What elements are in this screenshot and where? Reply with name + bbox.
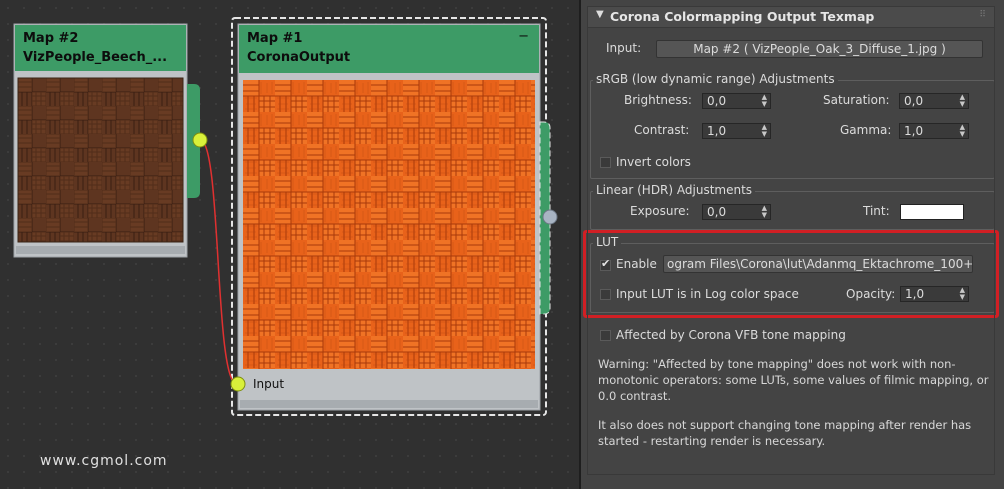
saturation-label: Saturation: [823, 93, 890, 107]
map1-input-socket [230, 376, 246, 392]
spinner-arrows-icon[interactable]: ▲ ▼ [960, 94, 965, 108]
opacity-value: 1,0 [905, 287, 925, 301]
exposure-spinner[interactable]: 0,0 ▲ ▼ [702, 204, 771, 220]
srgb-group-title: sRGB (low dynamic range) Adjustments [593, 72, 838, 86]
map2-title: Map #2 [23, 31, 79, 46]
map1-preview-swatch [243, 80, 535, 369]
node-graph-canvas[interactable]: Map #2 VizPeople_Beech_... Map #1 Corona… [0, 0, 579, 489]
log-color-space-label: Input LUT is in Log color space [616, 287, 799, 301]
rollout-grip-icon: ⠿ [979, 10, 986, 20]
lut-enable-checkbox[interactable]: ✔ [600, 257, 611, 271]
spinner-arrows-icon[interactable]: ▲ ▼ [762, 94, 767, 108]
saturation-value: 0,0 [904, 94, 924, 108]
rollout-header[interactable]: ▼ Corona Colormapping Output Texmap ⠿ [587, 6, 995, 28]
input-label: Input: [606, 41, 642, 55]
linear-group-title: Linear (HDR) Adjustments [593, 183, 756, 197]
collapse-arrow-icon[interactable]: ▼ [596, 9, 604, 20]
input-socket-label: Input [253, 377, 285, 391]
warning-text-2: It also does not support changing tone m… [598, 418, 972, 448]
spinner-arrows-icon[interactable]: ▲ ▼ [762, 124, 767, 138]
brightness-value: 0,0 [707, 94, 727, 108]
warning-text: Warning: "Affected by tone mapping" does… [598, 357, 989, 403]
minimize-button[interactable]: − [518, 27, 529, 46]
map1-node-header[interactable]: Map #1 CoronaOutput − [239, 25, 539, 73]
contrast-value: 1,0 [707, 124, 727, 138]
spinner-arrows-icon[interactable]: ▲ ▼ [762, 205, 767, 219]
map1-subtitle: CoronaOutput [247, 50, 351, 65]
log-color-space-checkbox[interactable] [600, 289, 611, 300]
affected-by-vfb-checkbox[interactable] [600, 330, 611, 341]
gamma-label: Gamma: [840, 123, 892, 137]
exposure-value: 0,0 [707, 205, 727, 219]
map2-output-socket [192, 132, 208, 148]
invert-colors-checkbox[interactable] [600, 157, 611, 168]
spinner-arrows-icon[interactable]: ▲ ▼ [960, 287, 965, 301]
saturation-spinner[interactable]: 0,0 ▲ ▼ [899, 93, 969, 109]
brightness-spinner[interactable]: 0,0 ▲ ▼ [702, 93, 771, 109]
lut-group-title: LUT [593, 235, 622, 249]
rollout-title: Corona Colormapping Output Texmap [610, 9, 875, 24]
exposure-label: Exposure: [630, 204, 690, 218]
opacity-label: Opacity: [846, 287, 896, 301]
graph-decor [13, 17, 558, 416]
invert-colors-label: Invert colors [616, 155, 691, 169]
input-map-button[interactable]: Map #2 ( VizPeople_Oak_3_Diffuse_1.jpg ) [656, 40, 983, 58]
lut-enable-label: Enable [616, 257, 657, 271]
brightness-label: Brightness: [624, 93, 692, 107]
map1-title: Map #1 [247, 31, 303, 46]
gamma-spinner[interactable]: 1,0 ▲ ▼ [899, 123, 969, 139]
lut-group [590, 243, 995, 313]
tint-label: Tint: [863, 204, 890, 218]
map1-output-socket [542, 209, 558, 225]
map2-subtitle: VizPeople_Beech_... [23, 50, 168, 65]
gamma-value: 1,0 [904, 124, 924, 138]
contrast-spinner[interactable]: 1,0 ▲ ▼ [702, 123, 771, 139]
checkmark-icon: ✔ [601, 257, 611, 270]
opacity-spinner[interactable]: 1,0 ▲ ▼ [900, 286, 969, 302]
affected-by-vfb-label: Affected by Corona VFB tone mapping [616, 328, 846, 342]
map2-preview-swatch [17, 77, 184, 243]
contrast-label: Contrast: [634, 123, 690, 137]
watermark: www.cgmol.com [40, 453, 168, 469]
lut-file-path-button[interactable]: ogram Files\Corona\lut\Adanmq_Ektachrome… [663, 255, 973, 273]
spinner-arrows-icon[interactable]: ▲ ▼ [960, 124, 965, 138]
tint-color-swatch[interactable] [900, 204, 964, 220]
map2-node-header[interactable]: Map #2 VizPeople_Beech_... [15, 25, 186, 71]
parameters-panel: ▼ Corona Colormapping Output Texmap ⠿ In… [581, 0, 1004, 489]
